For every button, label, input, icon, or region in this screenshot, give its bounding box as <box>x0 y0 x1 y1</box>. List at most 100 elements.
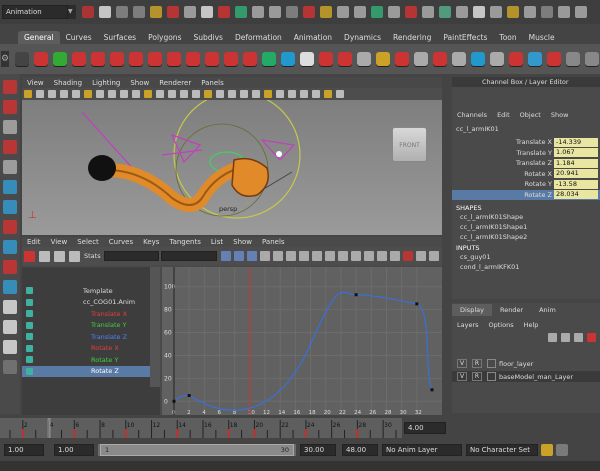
shelf-tool-icon[interactable] <box>585 52 600 66</box>
status-tool-icon[interactable] <box>99 6 111 18</box>
viewport-menu[interactable]: Shading <box>49 79 87 87</box>
shelf-tool-icon[interactable] <box>186 52 201 66</box>
graph-tool-icon[interactable] <box>39 250 50 262</box>
shelf-tab[interactable]: General <box>18 31 60 44</box>
shelf-tool-icon[interactable] <box>395 52 410 66</box>
shelf-tab[interactable]: Subdivs <box>187 31 228 44</box>
graph-tool-icon[interactable] <box>325 251 335 261</box>
shelf-tool-icon[interactable] <box>262 52 277 66</box>
start-time-field[interactable]: 1.00 <box>4 444 44 456</box>
graph-outliner-item[interactable]: cc_COG01.Anim <box>22 297 160 309</box>
status-tool-icon[interactable] <box>473 6 485 18</box>
status-tool-icon[interactable] <box>235 6 247 18</box>
layer-tool-icon[interactable] <box>574 332 583 342</box>
viewport-tool-icon[interactable] <box>120 90 128 98</box>
status-tool-icon[interactable] <box>541 6 553 18</box>
shelf-tool-icon[interactable] <box>205 52 220 66</box>
graph-tool-icon[interactable] <box>54 250 65 262</box>
layer-name[interactable]: baseModel_man_Layer <box>499 373 573 381</box>
graph-tool-icon[interactable] <box>260 251 270 261</box>
character-set-select[interactable]: No Character Set <box>466 444 538 456</box>
playback-button[interactable] <box>522 422 536 434</box>
shelf-tab[interactable]: Curves <box>60 31 98 44</box>
shelf-tool-icon[interactable] <box>91 52 106 66</box>
toolbox-tool-icon[interactable] <box>3 360 17 374</box>
shelf-tool-icon[interactable] <box>281 52 296 66</box>
status-tool-icon[interactable] <box>575 6 587 18</box>
shelf-tab[interactable]: Deformation <box>229 31 288 44</box>
view-cube[interactable]: FRONT <box>392 127 427 162</box>
graph-tool-icon[interactable] <box>338 251 348 261</box>
graph-menu[interactable]: Show <box>228 238 257 246</box>
playback-end-field[interactable]: 30.00 <box>300 444 336 456</box>
shelf-tab[interactable]: Surfaces <box>98 31 142 44</box>
range-slider[interactable]: 1 30 <box>98 444 296 456</box>
shelf-tool-icon[interactable] <box>53 52 68 66</box>
channel-row[interactable]: Rotate Z 28.034 <box>452 189 600 200</box>
viewport-tool-icon[interactable] <box>24 90 32 98</box>
toolbox-tool-icon[interactable] <box>3 160 17 174</box>
toolbox-tool-icon[interactable] <box>3 220 17 234</box>
shelf-tool-icon[interactable] <box>129 52 144 66</box>
range-slider-handle[interactable]: 1 30 <box>100 444 294 456</box>
layer-color-swatch[interactable] <box>487 372 496 381</box>
channel-value[interactable]: 28.034 <box>554 190 598 200</box>
stats-field-2[interactable] <box>161 251 217 261</box>
layer-name[interactable]: floor_layer <box>499 360 533 368</box>
shape-node[interactable]: cc_l_armIK01Shape <box>452 212 600 222</box>
input-node[interactable]: cs_guy01 <box>452 252 600 262</box>
graph-menu[interactable]: Edit <box>22 238 46 246</box>
graph-menu[interactable]: View <box>46 238 73 246</box>
command-line[interactable] <box>0 461 600 471</box>
shape-node[interactable]: cc_l_armIK01Shape1 <box>452 222 600 232</box>
viewport-tool-icon[interactable] <box>240 90 248 98</box>
current-frame-field[interactable]: 4.00 <box>404 422 446 434</box>
playback-button[interactable] <box>468 422 482 434</box>
channel-row[interactable]: Translate Y 1.067 <box>452 148 600 159</box>
shelf-tool-icon[interactable] <box>319 52 334 66</box>
layer-color-swatch[interactable] <box>487 359 496 368</box>
layer-menu[interactable]: Help <box>519 321 544 329</box>
viewport-tool-icon[interactable] <box>48 90 56 98</box>
graph-tool-icon[interactable] <box>247 251 257 261</box>
graph-tool-icon[interactable] <box>312 251 322 261</box>
viewport-menu[interactable]: Renderer <box>154 79 196 87</box>
layer-row[interactable]: V Rfloor_layer <box>452 358 600 369</box>
shelf-tool-icon[interactable] <box>338 52 353 66</box>
graph-tool-icon[interactable] <box>364 251 374 261</box>
input-node[interactable]: cond_l_armIKFK01 <box>452 262 600 272</box>
graph-outliner-item[interactable]: Translate Y <box>22 320 160 332</box>
viewport-tool-icon[interactable] <box>288 90 296 98</box>
toolbox-tool-icon[interactable] <box>3 280 17 294</box>
graph-outliner-item[interactable]: Template <box>22 285 160 297</box>
viewport-tool-icon[interactable] <box>336 90 344 98</box>
channel-row[interactable]: Rotate Y -13.58 <box>452 179 600 190</box>
graph-menu[interactable]: Curves <box>104 238 138 246</box>
graph-tool-icon[interactable] <box>221 251 231 261</box>
playback-start-field[interactable]: 1.00 <box>54 444 94 456</box>
graph-outliner-item[interactable]: Rotate X <box>22 343 160 355</box>
shelf-tool-icon[interactable] <box>167 52 182 66</box>
shelf-menu-icon[interactable]: ⚙ <box>1 51 10 67</box>
viewport-tool-icon[interactable] <box>60 90 68 98</box>
viewport-tool-icon[interactable] <box>252 90 260 98</box>
viewport-menu[interactable]: Show <box>125 79 154 87</box>
time-slider[interactable]: 2 4 6 8 10 12 14 16 18 20 22 24 26 28 30 <box>0 418 402 438</box>
status-tool-icon[interactable] <box>184 6 196 18</box>
viewport-tool-icon[interactable] <box>72 90 80 98</box>
shelf-tool-icon[interactable] <box>414 52 429 66</box>
shelf-tool-icon[interactable] <box>433 52 448 66</box>
layer-row[interactable]: V RbaseModel_man_Layer <box>452 371 600 382</box>
shelf-tool-icon[interactable] <box>376 52 391 66</box>
viewport-tool-icon[interactable] <box>180 90 188 98</box>
mode-select[interactable]: Animation <box>2 5 68 19</box>
shelf-tab[interactable]: Animation <box>288 31 338 44</box>
viewport-tool-icon[interactable] <box>36 90 44 98</box>
playback-button[interactable] <box>486 422 500 434</box>
graph-outliner-item[interactable]: Translate Z <box>22 331 160 343</box>
graph-outliner-item[interactable]: Translate X <box>22 308 160 320</box>
viewport-tool-icon[interactable] <box>156 90 164 98</box>
status-tool-icon[interactable] <box>422 6 434 18</box>
shape-node[interactable]: cc_l_armIK01Shape2 <box>452 232 600 242</box>
graph-menu[interactable]: Select <box>72 238 104 246</box>
